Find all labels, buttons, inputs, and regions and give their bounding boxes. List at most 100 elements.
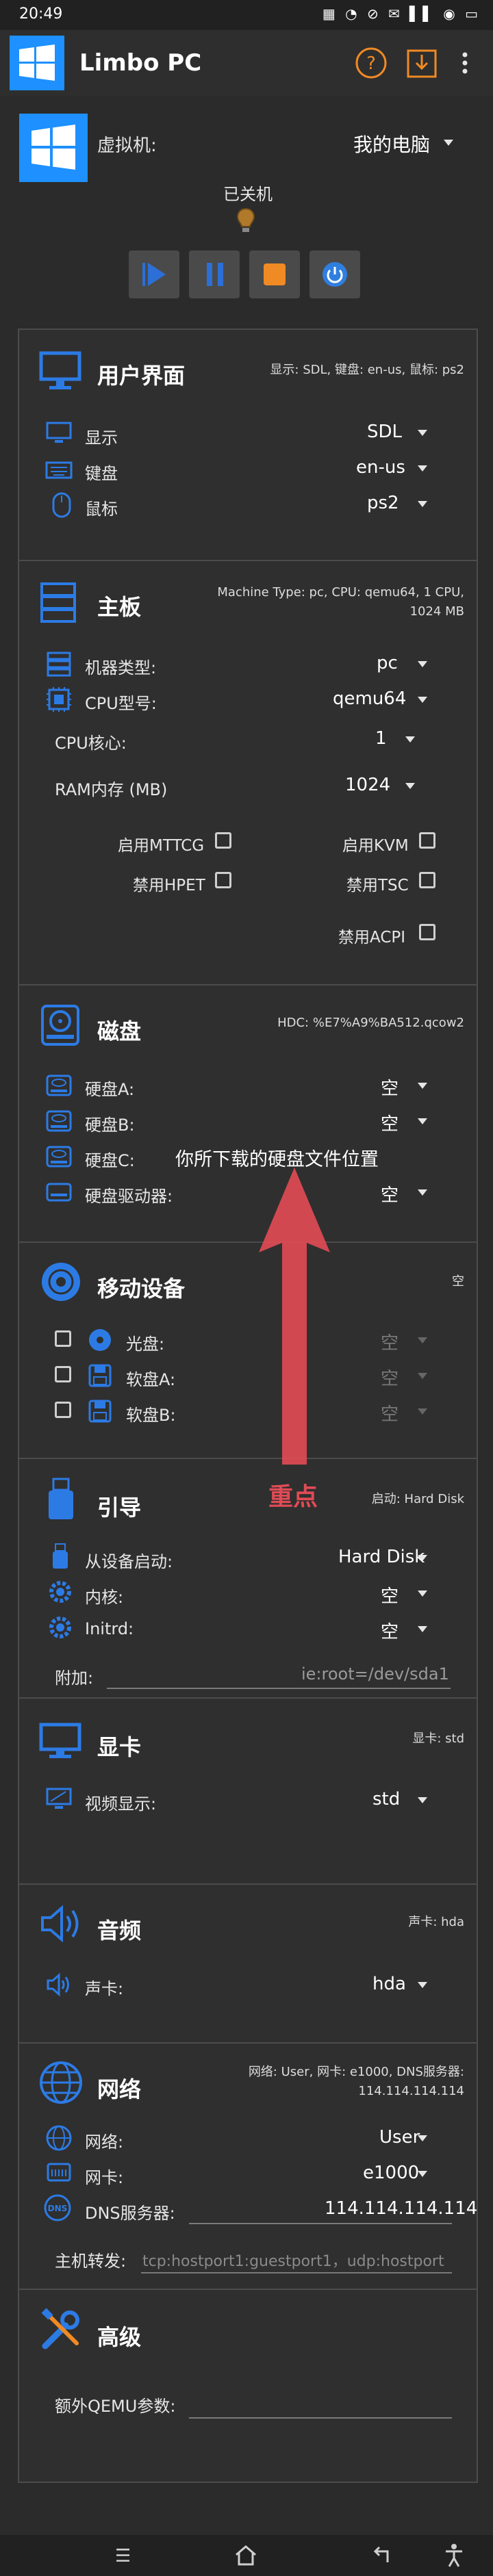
network-globe-icon — [46, 2125, 72, 2151]
section-summary: Machine Type: pc, CPU: qemu64, 1 CPU, 10… — [217, 585, 464, 619]
power-icon — [323, 262, 347, 287]
chevron-down-icon[interactable] — [418, 1337, 427, 1343]
dns-input[interactable]: 114.114.114.114 — [325, 2198, 477, 2219]
chevron-down-icon[interactable] — [418, 1982, 427, 1988]
section-title: 音频 — [97, 1918, 142, 1944]
video-display-icon — [46, 1788, 72, 1809]
acpi-checkbox[interactable] — [419, 924, 435, 940]
svg-text:?: ? — [366, 53, 376, 74]
accessibility-nav-icon[interactable] — [444, 2543, 464, 2568]
cpu-cores-select[interactable]: 1 — [375, 728, 387, 749]
chevron-down-icon[interactable] — [418, 2171, 427, 2177]
floppy-b-enable-checkbox[interactable] — [55, 1402, 71, 1418]
annotation-key-label: 重点 — [268, 1483, 318, 1511]
keyboard-select[interactable]: en-us — [356, 457, 405, 478]
section-audio: 音频 声卡: hda 声卡: hda — [18, 1883, 478, 2044]
video-display-select[interactable]: std — [372, 1789, 400, 1809]
section-title: 显卡 — [97, 1734, 142, 1760]
play-button[interactable] — [129, 250, 179, 298]
chevron-down-icon[interactable] — [418, 1118, 427, 1124]
home-nav-icon[interactable] — [234, 2545, 257, 2566]
chevron-down-icon[interactable] — [418, 1373, 427, 1379]
machine-type-select[interactable]: pc — [377, 653, 398, 673]
initrd-label: Initrd: — [85, 1619, 134, 1638]
cpu-model-select[interactable]: qemu64 — [333, 688, 406, 709]
vm-select[interactable]: 我的电脑 — [353, 130, 430, 157]
floppy-b-icon — [88, 1400, 112, 1423]
back-nav-icon[interactable] — [370, 2545, 393, 2566]
chevron-down-icon[interactable] — [405, 783, 415, 789]
chevron-down-icon[interactable] — [418, 1797, 427, 1803]
optical-disc-icon — [42, 1263, 80, 1301]
tsc-checkbox[interactable] — [419, 872, 435, 888]
chevron-down-icon[interactable] — [418, 2135, 427, 2141]
machine-type-label: 机器类型: — [85, 658, 157, 678]
floppy-a-label: 软盘A: — [126, 1370, 176, 1389]
hard-disk-b-select[interactable]: 空 — [381, 1110, 399, 1135]
navigation-bar: ☰ — [0, 2535, 493, 2576]
power-button[interactable] — [309, 250, 360, 298]
chevron-down-icon[interactable] — [418, 465, 427, 472]
section-gpu: 显卡 显卡: std 视频显示: std — [18, 1697, 478, 1885]
chevron-down-icon[interactable] — [418, 1189, 427, 1196]
section-boot: 引导 启动: Hard Disk 从设备启动: Hard Disk 内核: 空 … — [18, 1458, 478, 1699]
kernel-select[interactable]: 空 — [381, 1582, 399, 1608]
mttcg-checkbox[interactable] — [215, 832, 231, 849]
hpet-checkbox[interactable] — [215, 872, 231, 888]
section-advanced: 高级 额外QEMU参数: — [18, 2289, 478, 2483]
chevron-down-icon[interactable] — [418, 1408, 427, 1415]
section-summary: 显卡: std — [412, 1731, 464, 1746]
display-card-icon — [39, 1723, 81, 1758]
pause-button[interactable] — [189, 250, 240, 298]
kvm-checkbox[interactable] — [419, 832, 435, 849]
chevron-down-icon[interactable] — [418, 661, 427, 667]
network-select[interactable]: User — [379, 2127, 420, 2148]
monitor-icon — [39, 351, 81, 389]
nic-select[interactable]: e1000 — [363, 2163, 419, 2183]
mouse-select[interactable]: ps2 — [367, 493, 399, 513]
chevron-down-icon[interactable] — [418, 1626, 427, 1632]
chevron-down-icon[interactable] — [418, 697, 427, 703]
section-title: 网络 — [97, 2076, 142, 2102]
floppy-a-select[interactable]: 空 — [381, 1365, 399, 1390]
chevron-down-icon[interactable] — [444, 140, 453, 146]
chevron-down-icon[interactable] — [418, 430, 427, 436]
cpu-cores-label: CPU核心: — [55, 734, 127, 753]
chevron-down-icon[interactable] — [418, 1590, 427, 1597]
menu-nav-icon[interactable]: ☰ — [115, 2546, 131, 2566]
chevron-down-icon[interactable] — [405, 736, 415, 743]
boot-device-select[interactable]: Hard Disk — [338, 1547, 425, 1567]
section-summary: 空 — [452, 1274, 464, 1289]
chevron-down-icon[interactable] — [418, 1555, 427, 1561]
cpu-model-label: CPU型号: — [85, 694, 157, 713]
hard-disk-a-select[interactable]: 空 — [381, 1074, 399, 1100]
display-select[interactable]: SDL — [367, 422, 402, 442]
floppy-a-enable-checkbox[interactable] — [55, 1366, 71, 1382]
windows-logo-icon — [19, 114, 88, 182]
ram-select[interactable]: 1024 — [345, 775, 390, 795]
section-summary: 启动: Hard Disk — [371, 1492, 464, 1506]
initrd-select[interactable]: 空 — [381, 1618, 399, 1643]
chevron-down-icon[interactable] — [418, 1083, 427, 1089]
floppy-b-select[interactable]: 空 — [381, 1400, 399, 1426]
status-icons: ▦ ◔ ⊘ ✉ ▌▌ ◉ ▭ — [322, 5, 481, 22]
help-icon[interactable]: ? — [353, 45, 389, 81]
section-summary: HDC: %E7%A9%BA512.qcow2 — [277, 1016, 464, 1030]
sound-card-select[interactable]: hda — [372, 1974, 406, 1994]
cdrom-enable-checkbox[interactable] — [55, 1330, 71, 1347]
more-menu-icon[interactable] — [455, 45, 475, 81]
cdrom-select[interactable]: 空 — [381, 1329, 399, 1354]
hard-drive-select[interactable]: 空 — [381, 1181, 399, 1207]
cpu-chip-icon — [47, 687, 71, 712]
section-summary: 声卡: hda — [408, 1915, 464, 1929]
chevron-down-icon[interactable] — [418, 501, 427, 507]
section-title: 磁盘 — [97, 1018, 142, 1044]
port-forward-input[interactable]: tcp:hostport1:guestport1，udp:hostport — [142, 2249, 444, 2271]
keyboard-label: 键盘 — [85, 464, 118, 483]
download-icon[interactable] — [404, 45, 440, 81]
append-input[interactable]: ie:root=/dev/sda1 — [301, 1664, 449, 1684]
display-icon — [46, 422, 72, 443]
stop-button[interactable] — [249, 250, 300, 298]
vm-panel: 虚拟机: 我的电脑 已关机 — [0, 110, 493, 315]
hard-disk-b-label: 硬盘B: — [85, 1116, 135, 1135]
